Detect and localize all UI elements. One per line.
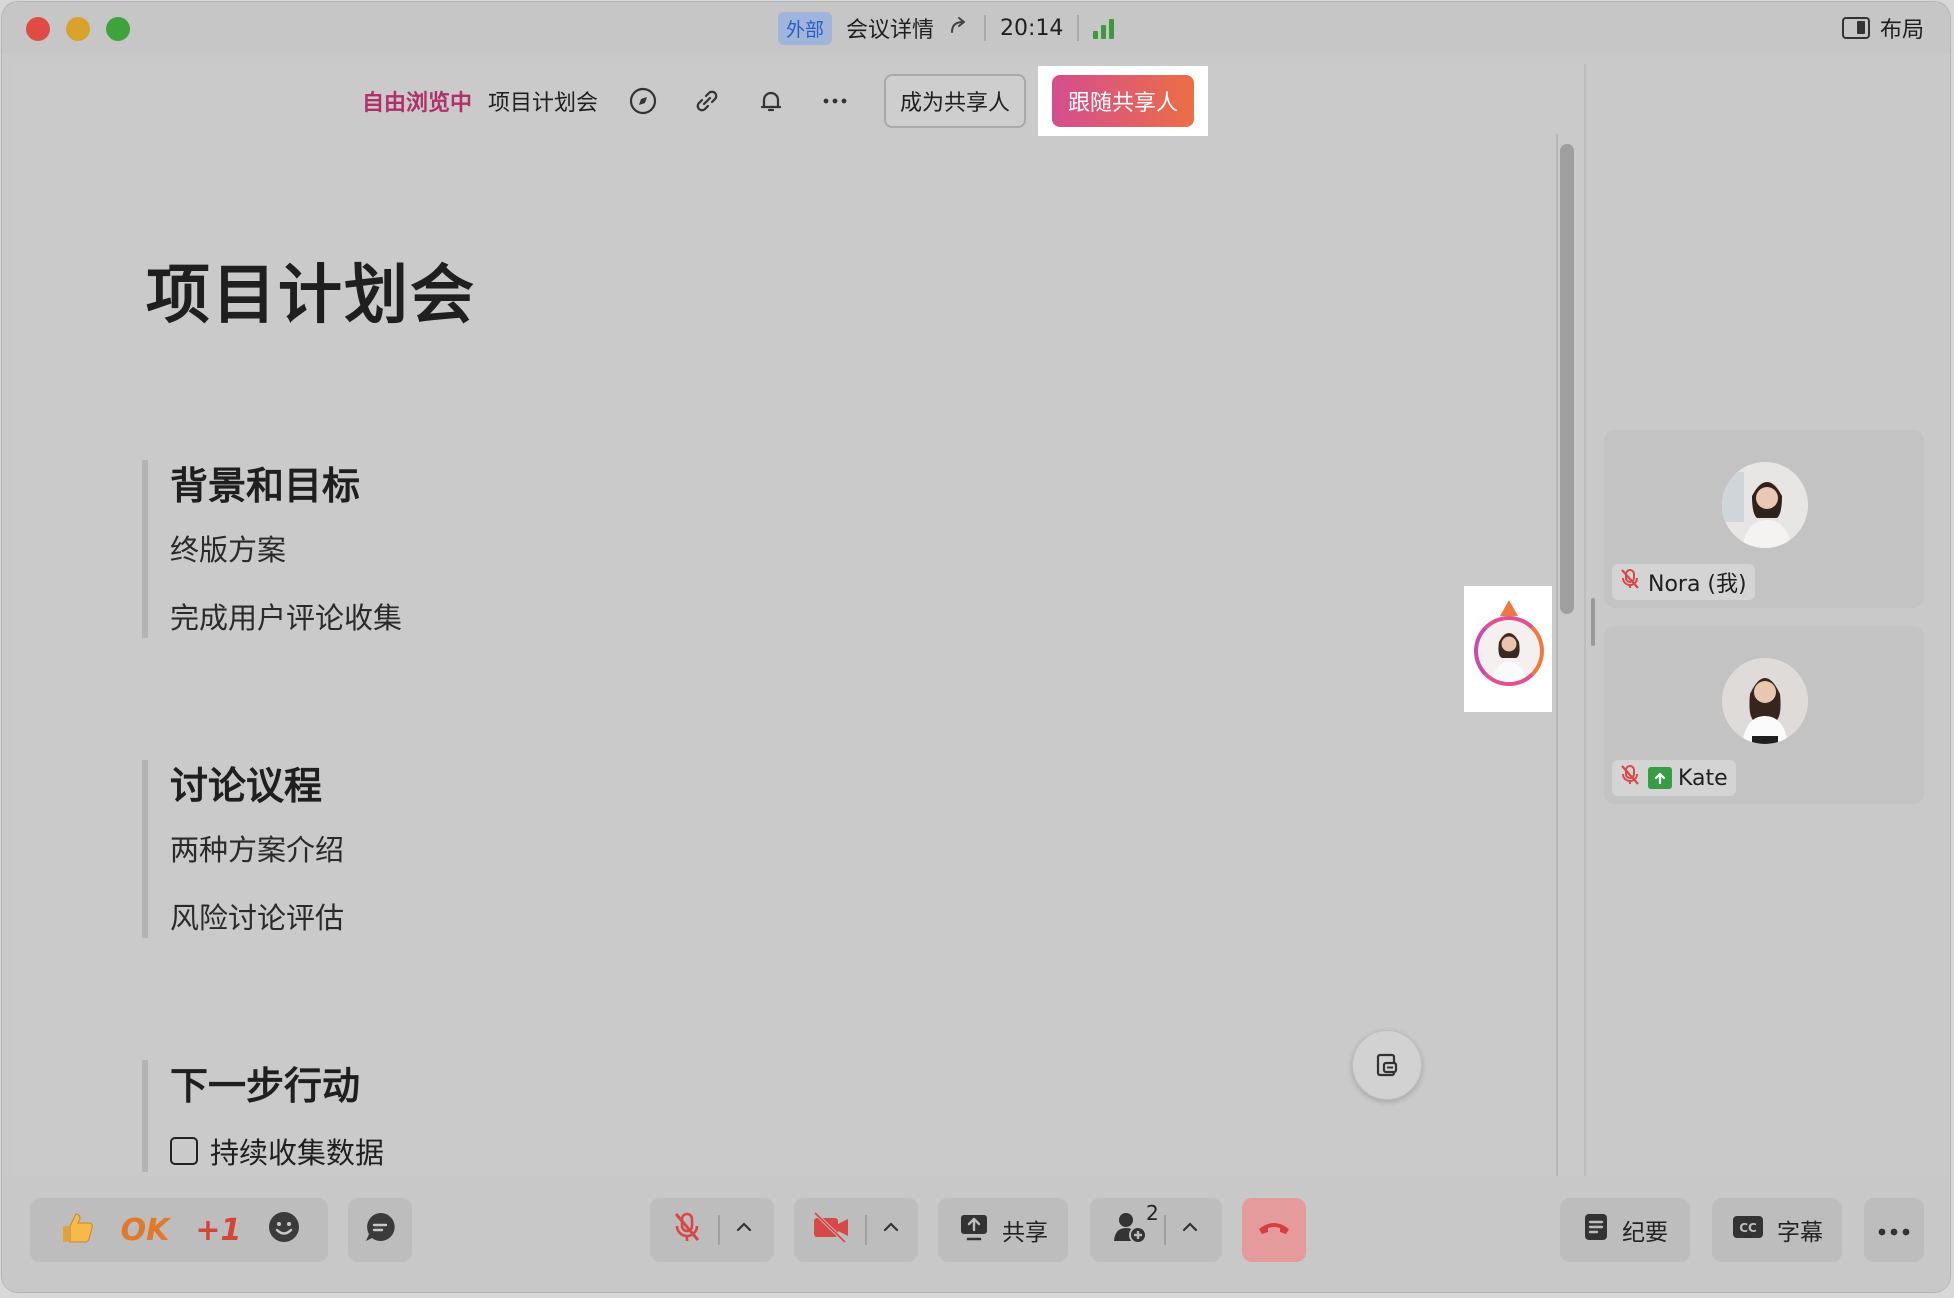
add-participant-icon: 2 bbox=[1112, 1201, 1159, 1251]
free-browse-status: 自由浏览中 bbox=[362, 91, 473, 116]
follow-sharer-button[interactable]: 跟随共享人 bbox=[1052, 75, 1195, 127]
emoji-icon[interactable] bbox=[267, 1210, 301, 1250]
share-screen-button[interactable]: 共享 bbox=[938, 1198, 1068, 1262]
cc-icon: CC bbox=[1731, 1213, 1765, 1247]
divider bbox=[865, 1215, 867, 1245]
mic-muted-icon bbox=[1618, 567, 1642, 597]
checklist-item: 持续收集数据 bbox=[170, 1130, 384, 1172]
checklist-label: 持续收集数据 bbox=[210, 1136, 385, 1170]
mic-muted-icon bbox=[670, 1210, 704, 1250]
captions-label: 字幕 bbox=[1777, 1220, 1823, 1246]
zoom-window-button[interactable] bbox=[106, 17, 130, 41]
meeting-window: 外部 会议详情 20:14 布局 自由浏览中 项目计划会 成为共享人 跟随共享人… bbox=[2, 2, 1950, 1292]
participant-name: Kate bbox=[1678, 765, 1728, 791]
layout-icon bbox=[1841, 17, 1870, 39]
network-signal-icon[interactable] bbox=[1093, 17, 1115, 39]
participant-avatar bbox=[1722, 658, 1808, 744]
follow-sharer-highlight: 跟随共享人 bbox=[1038, 66, 1209, 136]
chevron-up-icon[interactable] bbox=[881, 1217, 901, 1243]
meeting-details-link[interactable]: 会议详情 bbox=[846, 12, 934, 44]
section-heading: 下一步行动 bbox=[170, 1064, 361, 1108]
chevron-up-icon[interactable] bbox=[1180, 1217, 1200, 1243]
camera-button[interactable] bbox=[794, 1198, 918, 1262]
divider bbox=[1164, 1215, 1166, 1245]
sharer-presence-indicator[interactable] bbox=[1464, 586, 1552, 712]
more-icon[interactable] bbox=[820, 86, 850, 116]
participant-count: 2 bbox=[1146, 1201, 1159, 1225]
camera-off-icon bbox=[811, 1210, 851, 1250]
section-heading: 讨论议程 bbox=[170, 764, 323, 808]
microphone-button[interactable] bbox=[650, 1198, 774, 1262]
layout-label: 布局 bbox=[1879, 18, 1924, 43]
panel-resize-handle[interactable] bbox=[1591, 598, 1595, 646]
document-name: 项目计划会 bbox=[488, 91, 599, 116]
meeting-info: 外部 会议详情 20:14 bbox=[778, 2, 1115, 54]
checkbox[interactable] bbox=[170, 1137, 198, 1165]
participant-name-chip: Kate bbox=[1612, 760, 1736, 796]
scroll-track bbox=[1556, 134, 1558, 1176]
hang-up-icon bbox=[1256, 1217, 1292, 1243]
meeting-minutes-button[interactable]: 纪要 bbox=[1560, 1198, 1690, 1262]
close-window-button[interactable] bbox=[26, 17, 50, 41]
divider bbox=[718, 1215, 720, 1245]
link-icon[interactable] bbox=[692, 86, 722, 116]
more-options-button[interactable] bbox=[1864, 1198, 1924, 1262]
title-bar: 外部 会议详情 20:14 布局 bbox=[2, 2, 1950, 54]
section-discussion-agenda: 讨论议程 两种方案介绍 风险讨论评估 bbox=[142, 760, 344, 938]
list-item: 两种方案介绍 bbox=[170, 833, 345, 867]
participants-button[interactable]: 2 bbox=[1090, 1198, 1222, 1262]
mic-muted-icon bbox=[1618, 763, 1642, 793]
minutes-label: 纪要 bbox=[1622, 1220, 1668, 1246]
external-badge: 外部 bbox=[778, 11, 833, 45]
panel-divider bbox=[1584, 64, 1586, 1176]
thumbs-up-icon[interactable] bbox=[57, 1208, 95, 1252]
list-item: 终版方案 bbox=[170, 533, 287, 567]
meeting-time: 20:14 bbox=[1000, 15, 1064, 41]
section-next-steps: 下一步行动 持续收集数据 bbox=[142, 1060, 384, 1172]
share-screen-icon bbox=[958, 1212, 990, 1248]
divider bbox=[1077, 15, 1080, 41]
section-background-goals: 背景和目标 终版方案 完成用户评论收集 bbox=[142, 460, 402, 638]
document-outline-button[interactable] bbox=[1352, 1030, 1422, 1100]
list-item: 完成用户评论收集 bbox=[170, 601, 403, 635]
reactions-group: OK +1 bbox=[30, 1198, 328, 1262]
meeting-control-bar: OK +1 共享 2 纪要 CC 字幕 bbox=[2, 1176, 1950, 1292]
layout-button[interactable]: 布局 bbox=[1841, 2, 1924, 54]
pointer-icon bbox=[1500, 600, 1518, 616]
leave-meeting-button[interactable] bbox=[1242, 1198, 1306, 1262]
participant-avatar bbox=[1722, 462, 1808, 548]
scrollbar[interactable] bbox=[1560, 144, 1574, 614]
document-toolbar: 自由浏览中 项目计划会 成为共享人 跟随共享人 bbox=[362, 66, 1209, 136]
minimize-window-button[interactable] bbox=[66, 17, 90, 41]
document-title: 项目计划会 bbox=[146, 259, 476, 333]
shared-document-panel: 自由浏览中 项目计划会 成为共享人 跟随共享人 项目计划会 背景和目标 终版方案 bbox=[12, 64, 1584, 1176]
document-icon bbox=[1582, 1212, 1610, 1248]
participant-name: Nora (我) bbox=[1648, 572, 1747, 597]
list-item: 风险讨论评估 bbox=[170, 901, 345, 935]
section-heading: 背景和目标 bbox=[170, 464, 361, 508]
participant-name-chip: Nora (我) bbox=[1612, 564, 1755, 600]
compass-icon[interactable] bbox=[628, 86, 658, 116]
bell-icon[interactable] bbox=[756, 86, 786, 116]
sharer-avatar bbox=[1474, 616, 1544, 686]
svg-text:CC: CC bbox=[1739, 1221, 1757, 1235]
plus-one-reaction-button[interactable]: +1 bbox=[195, 1213, 241, 1248]
participant-tile[interactable]: Kate bbox=[1604, 626, 1924, 804]
share-label: 共享 bbox=[1002, 1220, 1048, 1246]
screen-share-icon bbox=[1648, 767, 1672, 789]
chat-icon bbox=[363, 1210, 397, 1250]
ok-reaction-button[interactable]: OK bbox=[121, 1213, 170, 1248]
captions-button[interactable]: CC 字幕 bbox=[1712, 1198, 1842, 1262]
become-sharer-button[interactable]: 成为共享人 bbox=[884, 74, 1027, 128]
participant-tile[interactable]: Nora (我) bbox=[1604, 430, 1924, 608]
chevron-up-icon[interactable] bbox=[734, 1217, 754, 1243]
more-icon bbox=[1877, 1217, 1911, 1243]
share-link-icon[interactable] bbox=[948, 14, 970, 42]
chat-button[interactable] bbox=[348, 1198, 412, 1262]
divider bbox=[984, 15, 987, 41]
